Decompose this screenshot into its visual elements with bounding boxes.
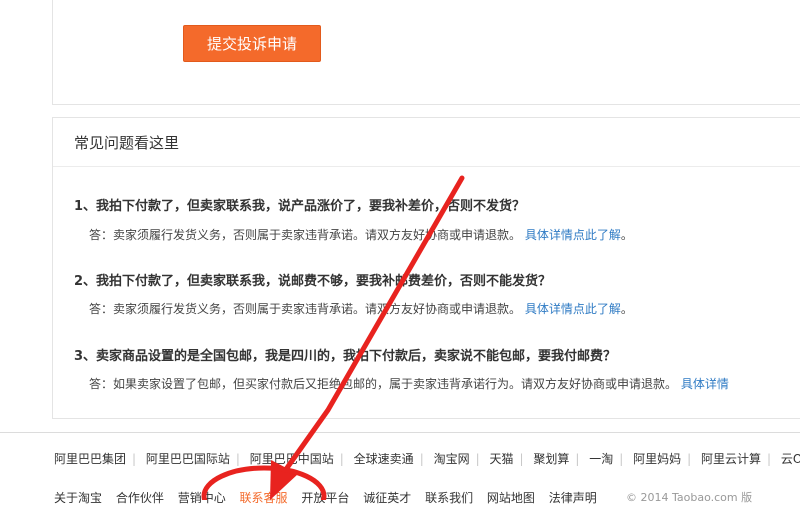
footer-link[interactable]: 法律声明: [549, 491, 597, 505]
footer-link[interactable]: 全球速卖通: [354, 452, 414, 466]
faq-answer-1: 答：卖家须履行发货义务，否则属于卖家违背承诺。请双方友好协商或申请退款。 具体详…: [89, 228, 633, 242]
footer-link[interactable]: 营销中心: [178, 491, 226, 505]
footer-link[interactable]: 聚划算: [533, 452, 569, 466]
faq-question-1: 1、我拍下付款了，但卖家联系我，说产品涨价了，要我补差价，否则不发货？: [74, 199, 526, 214]
faq-divider: [53, 166, 800, 167]
footer-bottom-links: 关于淘宝 合作伙伴 营销中心 联系客服 开放平台 诚征英才 联系我们 网站地图 …: [54, 489, 607, 506]
footer-link[interactable]: 阿里妈妈: [633, 452, 681, 466]
faq-question-3: 3、卖家商品设置的是全国包邮，我是四川的，我拍下付款后，卖家说不能包邮，要我付邮…: [74, 349, 617, 364]
footer-link[interactable]: 一淘: [589, 452, 613, 466]
complaint-panel: [52, 0, 800, 105]
footer-group-links: 阿里巴巴集团 | 阿里巴巴国际站 | 阿里巴巴中国站 | 全球速卖通 | 淘宝网 | 天猫…: [54, 450, 800, 467]
faq-answer-text: 答：如果卖家设置了包邮，但买家付款后又拒绝包邮的，属于卖家违背承诺行为。请双方友…: [89, 377, 678, 391]
faq-answer-text: 答：卖家须履行发货义务，否则属于卖家违背承诺。请双方友好协商或申请退款。: [89, 228, 522, 242]
faq-details-link[interactable]: 具体详情点此了解: [525, 302, 621, 316]
faq-question-2: 2、我拍下付款了，但卖家联系我，说邮费不够，要我补邮费差价，否则不能发货？: [74, 274, 552, 289]
footer-link[interactable]: 阿里巴巴国际站: [146, 452, 230, 466]
footer-link[interactable]: 联系我们: [425, 491, 473, 505]
footer-link[interactable]: 阿里巴巴集团: [54, 452, 126, 466]
faq-title: 常见问题看这里: [74, 134, 180, 152]
faq-panel: [52, 117, 800, 419]
submit-complaint-button[interactable]: 提交投诉申请: [183, 25, 321, 62]
copyright-text: © 2014 Taobao.com 版: [626, 491, 753, 504]
footer-link[interactable]: 阿里巴巴中国站: [250, 452, 334, 466]
footer-link[interactable]: 网站地图: [487, 491, 535, 505]
faq-answer-2: 答：卖家须履行发货义务，否则属于卖家违背承诺。请双方友好协商或申请退款。 具体详…: [89, 302, 633, 316]
footer-link[interactable]: 合作伙伴: [116, 491, 164, 505]
footer-link[interactable]: 开放平台: [301, 491, 349, 505]
faq-answer-3: 答：如果卖家设置了包邮，但买家付款后又拒绝包邮的，属于卖家违背承诺行为。请双方友…: [89, 375, 729, 392]
footer-link[interactable]: 淘宝网: [434, 452, 470, 466]
footer-link[interactable]: 诚征英才: [363, 491, 411, 505]
footer-link[interactable]: 云OS: [781, 452, 800, 466]
footer-link[interactable]: 天猫: [489, 452, 513, 466]
faq-details-link[interactable]: 具体详情点此了解: [525, 228, 621, 242]
contact-service-link[interactable]: 联系客服: [240, 491, 288, 505]
footer-divider: [0, 432, 800, 433]
faq-answer-text: 答：卖家须履行发货义务，否则属于卖家违背承诺。请双方友好协商或申请退款。: [89, 302, 522, 316]
footer-link[interactable]: 关于淘宝: [54, 491, 102, 505]
faq-details-link[interactable]: 具体详情: [681, 377, 729, 391]
footer-link[interactable]: 阿里云计算: [701, 452, 761, 466]
